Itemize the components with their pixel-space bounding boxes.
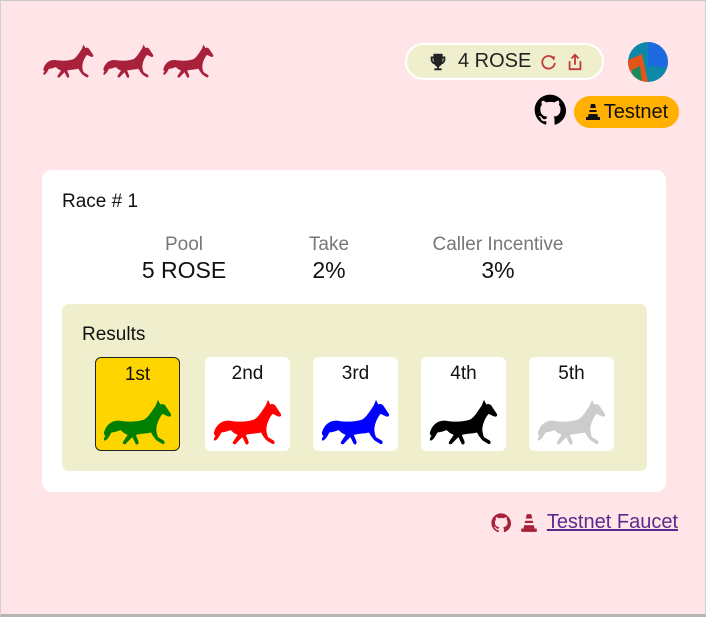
place-tile-5th: 5th <box>529 357 614 451</box>
caller-incentive-label: Caller Incentive <box>432 234 564 255</box>
pool-stat: Pool 5 ROSE <box>138 234 230 284</box>
horse-icon <box>103 399 172 445</box>
traffic-cone-icon <box>585 104 600 120</box>
caller-incentive-stat: Caller Incentive 3% <box>424 234 572 284</box>
place-tile-3rd: 3rd <box>313 357 398 451</box>
trophy-icon <box>430 53 446 70</box>
take-value: 2% <box>312 257 346 283</box>
place-label: 2nd <box>231 363 264 384</box>
take-label: Take <box>308 234 350 255</box>
horse-icon <box>537 399 606 445</box>
horse-icon <box>103 44 154 78</box>
results-panel: Results 1st 2nd 3rd 4th 5th <box>62 304 647 471</box>
pool-label: Pool <box>164 234 204 255</box>
refresh-icon[interactable] <box>540 53 558 71</box>
pool-value: 5 ROSE <box>141 257 227 283</box>
app-logo[interactable] <box>42 41 214 81</box>
place-label: 5th <box>558 363 585 384</box>
place-tile-2nd: 2nd <box>205 357 290 451</box>
balance-value: 4 ROSE <box>458 50 532 72</box>
traffic-cone-icon <box>521 513 537 532</box>
place-label: 3rd <box>341 363 370 384</box>
place-label: 4th <box>450 363 477 384</box>
testnet-faucet-link[interactable]: Testnet Faucet <box>547 511 678 534</box>
horse-icon <box>163 44 214 78</box>
github-icon[interactable] <box>491 512 511 533</box>
footer: Testnet Faucet <box>491 511 678 534</box>
caller-incentive-value: 3% <box>481 257 515 283</box>
horse-icon <box>213 399 282 445</box>
app-frame: 4 ROSE Testnet Race # 1 Pool 5 ROSE Take… <box>0 0 706 617</box>
race-card: Race # 1 Pool 5 ROSE Take 2% Caller Ince… <box>42 170 666 492</box>
horse-icon <box>43 44 94 78</box>
share-icon[interactable] <box>566 53 584 71</box>
place-label: 1st <box>124 364 151 385</box>
place-tile-1st: 1st <box>95 357 180 451</box>
horse-icon <box>321 399 390 445</box>
place-tile-4th: 4th <box>421 357 506 451</box>
balance-pill: 4 ROSE <box>405 43 604 80</box>
github-icon[interactable] <box>534 94 566 126</box>
network-badge[interactable]: Testnet <box>574 96 679 128</box>
network-label: Testnet <box>603 100 669 123</box>
take-stat: Take 2% <box>294 234 364 284</box>
horse-icon <box>429 399 498 445</box>
account-avatar[interactable] <box>628 42 668 82</box>
race-title: Race # 1 <box>62 191 139 212</box>
results-title: Results <box>82 324 146 345</box>
